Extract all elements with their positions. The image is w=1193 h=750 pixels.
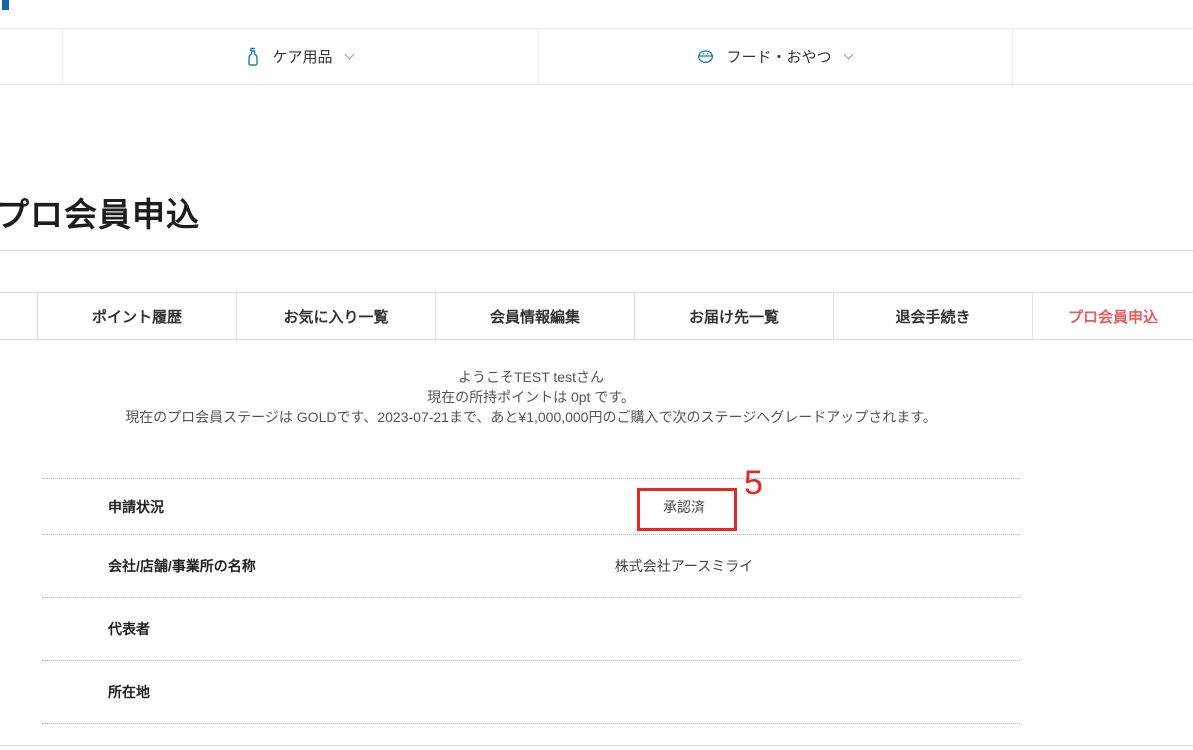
annotation-number-label: 5 — [744, 464, 763, 503]
table-row-location: 所在地 — [42, 661, 1020, 724]
welcome-line-stage: 現在のプロ会員ステージは GOLDです、2023-07-21まで、あと¥1,00… — [42, 407, 1020, 427]
chevron-down-icon — [844, 50, 853, 59]
pro-member-application-page: ケア用品 フード・おやつ プロ会員申込 ポイント履歴 お気に入り一覧 会員情報編… — [0, 0, 1193, 750]
chevron-down-icon — [345, 50, 354, 59]
food-bowl-icon — [697, 49, 714, 64]
table-row-representative: 代表者 — [42, 598, 1020, 661]
tab-withdrawal[interactable]: 退会手続き — [834, 293, 1033, 339]
nav-item-food-snacks[interactable]: フード・おやつ — [538, 29, 1012, 84]
category-nav: ケア用品 フード・おやつ — [0, 28, 1193, 85]
tab-favorites-list[interactable]: お気に入り一覧 — [237, 293, 436, 339]
application-status-value: 承認済 — [348, 497, 1020, 517]
tab-delivery-addresses[interactable]: お届け先一覧 — [635, 293, 834, 339]
top-left-accent-mark — [2, 0, 9, 10]
nav-item-care-goods[interactable]: ケア用品 — [62, 29, 538, 84]
account-tab-bar: ポイント履歴 お気に入り一覧 会員情報編集 お届け先一覧 退会手続き プロ会員申… — [0, 292, 1193, 340]
row-label: 申請状況 — [42, 497, 348, 517]
welcome-message: ようこそTEST testさん 現在の所持ポイントは 0pt です。 現在のプロ… — [42, 367, 1020, 427]
tab-pro-member-application[interactable]: プロ会員申込 — [1033, 293, 1193, 339]
title-divider — [0, 250, 1193, 251]
row-label: 所在地 — [42, 682, 348, 702]
table-row-application-status: 申請状況 承認済 — [42, 478, 1020, 535]
table-row-company-name: 会社/店舗/事業所の名称 株式会社アースミライ — [42, 535, 1020, 598]
tab-member-info-edit[interactable]: 会員情報編集 — [436, 293, 635, 339]
nav-divider — [1012, 29, 1013, 84]
page-title: プロ会員申込 — [0, 188, 200, 236]
welcome-line-user: ようこそTEST testさん — [42, 367, 1020, 387]
tab-stub — [0, 293, 38, 339]
care-bottle-icon — [246, 47, 260, 66]
member-info-table: 申請状況 承認済 会社/店舗/事業所の名称 株式会社アースミライ 代表者 所在地 — [42, 478, 1020, 724]
company-name-value: 株式会社アースミライ — [348, 556, 1020, 576]
row-label: 代表者 — [42, 619, 348, 639]
tab-point-history[interactable]: ポイント履歴 — [38, 293, 237, 339]
footer-divider — [0, 745, 1193, 746]
welcome-line-points: 現在の所持ポイントは 0pt です。 — [42, 387, 1020, 407]
row-label: 会社/店舗/事業所の名称 — [42, 556, 348, 576]
nav-item-label: フード・おやつ — [726, 46, 831, 67]
nav-item-label: ケア用品 — [272, 46, 332, 67]
